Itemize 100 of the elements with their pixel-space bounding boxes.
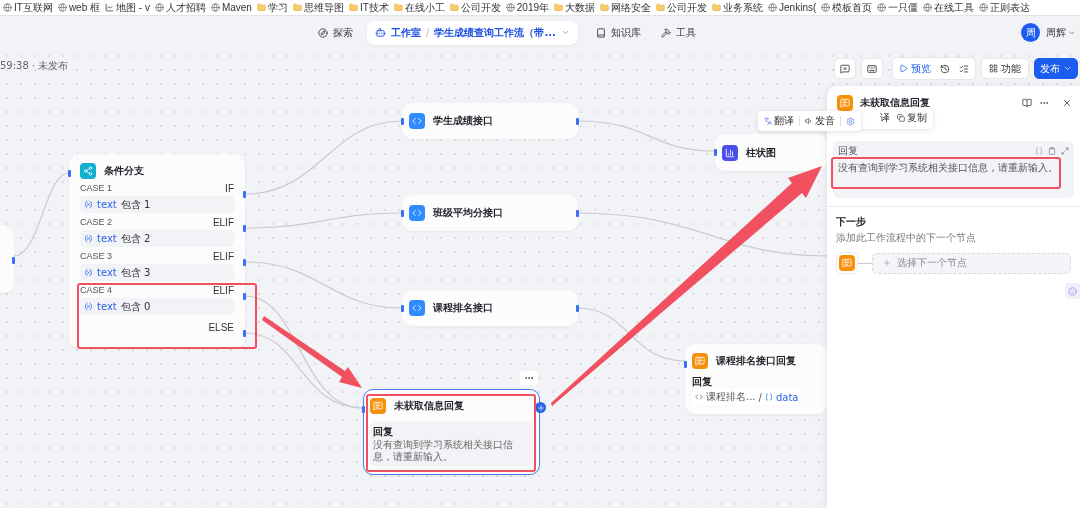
bookmark-link[interactable]: 网络安全 xyxy=(600,1,652,14)
bookmark-link[interactable]: 思维导图 xyxy=(292,1,344,14)
port-handle[interactable] xyxy=(362,406,365,413)
breadcrumb-current[interactable]: 学生成绩查询工作流（带... xyxy=(434,25,556,40)
bookmark-link[interactable]: Jenkins( xyxy=(768,1,817,14)
section-hint: 添加此工作流程中的下一个节点 xyxy=(836,231,977,245)
bookmark-link[interactable]: 正则表达 xyxy=(979,1,1031,14)
variable-icon xyxy=(84,302,93,311)
globe-icon xyxy=(979,3,989,12)
bookmark-link[interactable]: 业务系统 xyxy=(712,1,764,14)
variable-icon[interactable] xyxy=(1035,147,1043,155)
variable-name: text xyxy=(97,233,117,244)
breadcrumb-separator: / xyxy=(426,27,430,38)
folder-icon xyxy=(393,3,403,12)
comment-button[interactable] xyxy=(834,58,856,79)
port-handle[interactable] xyxy=(243,191,246,198)
globe-icon xyxy=(505,3,515,12)
bookmark-link[interactable]: web 框 xyxy=(57,1,100,14)
port-handle[interactable] xyxy=(684,361,687,368)
port-handle[interactable] xyxy=(243,293,246,300)
settings-button[interactable] xyxy=(844,116,857,126)
bookmark-link[interactable]: 一只僵 xyxy=(877,1,919,14)
globe-icon xyxy=(923,3,933,12)
keyboard-icon xyxy=(867,63,877,74)
workflow-node[interactable]: 柱状图 xyxy=(715,134,827,171)
translate-button[interactable]: 译 xyxy=(878,111,892,125)
port-handle[interactable] xyxy=(243,330,246,337)
node-title: 班级平均分接口 xyxy=(433,206,503,220)
clipboard-icon[interactable] xyxy=(1048,147,1056,155)
workflow-node[interactable]: 课程排名接口 xyxy=(402,290,578,326)
folder-icon xyxy=(600,3,610,12)
features-button[interactable]: 功能 xyxy=(981,58,1029,79)
breadcrumb-link[interactable]: 工作室 xyxy=(391,25,421,40)
assistant-icon[interactable] xyxy=(1065,283,1080,299)
reply-text: 没有查询到学习系统相关接口信息，请重新输入。 xyxy=(838,161,1059,175)
bookmark-link[interactable]: 公司开发 xyxy=(656,1,708,14)
port-handle[interactable] xyxy=(401,210,404,217)
translate-button[interactable]: 翻译 xyxy=(762,114,796,128)
port-handle[interactable] xyxy=(576,305,579,312)
pronounce-button[interactable]: 发音 xyxy=(803,114,837,128)
bookmark-link[interactable]: 学习 xyxy=(256,1,288,14)
copy-button[interactable]: 复制 xyxy=(895,111,929,125)
bookmark-link[interactable]: 2019年 xyxy=(505,1,550,14)
port-handle[interactable] xyxy=(401,305,404,312)
folder-icon xyxy=(348,3,358,12)
workflow-node[interactable]: 条件分支 CASE 1 IF text 包含 1 CASE 2 ELIF text 包含 2 CASE 3 ELIF text 包含 3 CASE 4 ELIF text 包含 0 ELSE xyxy=(69,154,245,348)
bookmark-link[interactable]: 模板首页 xyxy=(821,1,873,14)
variable-icon xyxy=(84,268,93,277)
port-handle[interactable] xyxy=(12,257,15,264)
globe-icon xyxy=(57,3,67,12)
save-status: 59:38 · 未发布 xyxy=(0,59,69,73)
bookmark-link[interactable]: 在线小工 xyxy=(393,1,445,14)
bookmark-link[interactable]: 大数据 xyxy=(554,1,596,14)
port-handle[interactable] xyxy=(243,259,246,266)
port-handle[interactable] xyxy=(401,118,404,125)
workflow-node[interactable]: 班级平均分接口 xyxy=(402,195,578,231)
selected-workflow-node[interactable]: 未获取信息回复 回复 没有查询到学习系统相关接口信息，请重新输入。 xyxy=(363,389,540,475)
bookmark-link[interactable]: IT互联网 xyxy=(3,1,53,14)
grid-icon xyxy=(989,64,998,73)
globe-icon xyxy=(3,3,12,12)
more-button[interactable] xyxy=(520,371,538,385)
port-handle[interactable] xyxy=(714,149,717,156)
port-handle[interactable] xyxy=(576,210,579,217)
branch-label: ELSE xyxy=(208,321,234,333)
select-next-node-button[interactable]: 选择下一个节点 xyxy=(872,252,1071,274)
bookmark-link[interactable]: Maven xyxy=(210,1,252,14)
globe-icon xyxy=(877,3,887,12)
nav-link[interactable]: 工具 xyxy=(660,25,696,40)
copy-icon xyxy=(897,114,905,122)
compass-icon xyxy=(318,27,328,38)
preview-button[interactable]: 预览 xyxy=(896,58,934,79)
folder-icon xyxy=(256,3,266,12)
publish-button[interactable]: 发布 xyxy=(1034,58,1078,79)
chevron-down-icon[interactable] xyxy=(560,28,570,37)
user-menu[interactable]: 周辉 xyxy=(1046,25,1076,40)
expand-icon[interactable] xyxy=(1061,147,1069,155)
chevron-down-icon xyxy=(1063,64,1072,73)
add-node-handle[interactable] xyxy=(535,402,546,413)
user-avatar[interactable]: 周 xyxy=(1021,23,1040,42)
speaker-icon xyxy=(805,117,813,125)
workflow-node[interactable]: 学生成绩接口 xyxy=(402,103,578,139)
case-label: CASE 2 xyxy=(80,217,112,227)
book-icon xyxy=(595,27,606,38)
nav-link[interactable]: 知识库 xyxy=(595,25,641,40)
bookmark-link[interactable]: 地图 - v xyxy=(105,1,150,14)
port-handle[interactable] xyxy=(243,225,246,232)
bookmark-link[interactable]: 在线工具 xyxy=(923,1,975,14)
keyboard-button[interactable] xyxy=(861,58,883,79)
bookmark-link[interactable]: 公司开发 xyxy=(449,1,501,14)
port-handle[interactable] xyxy=(576,118,579,125)
explore-link[interactable]: 探索 xyxy=(318,25,353,40)
port-handle[interactable] xyxy=(68,170,71,177)
reply-label: 回复 xyxy=(838,144,859,158)
close-button[interactable] xyxy=(1062,98,1072,108)
workflow-node[interactable]: 课程排名接口回复 回复 课程排名... / data xyxy=(685,344,827,414)
docs-button[interactable] xyxy=(1022,98,1032,108)
bookmark-link[interactable]: IT技术 xyxy=(348,1,389,14)
bookmark-link[interactable]: 人才招聘 xyxy=(154,1,206,14)
reply-editor[interactable]: 回复 没有查询到学习系统相关接口信息，请重新输入。 xyxy=(833,141,1074,198)
globe-icon xyxy=(768,3,778,12)
